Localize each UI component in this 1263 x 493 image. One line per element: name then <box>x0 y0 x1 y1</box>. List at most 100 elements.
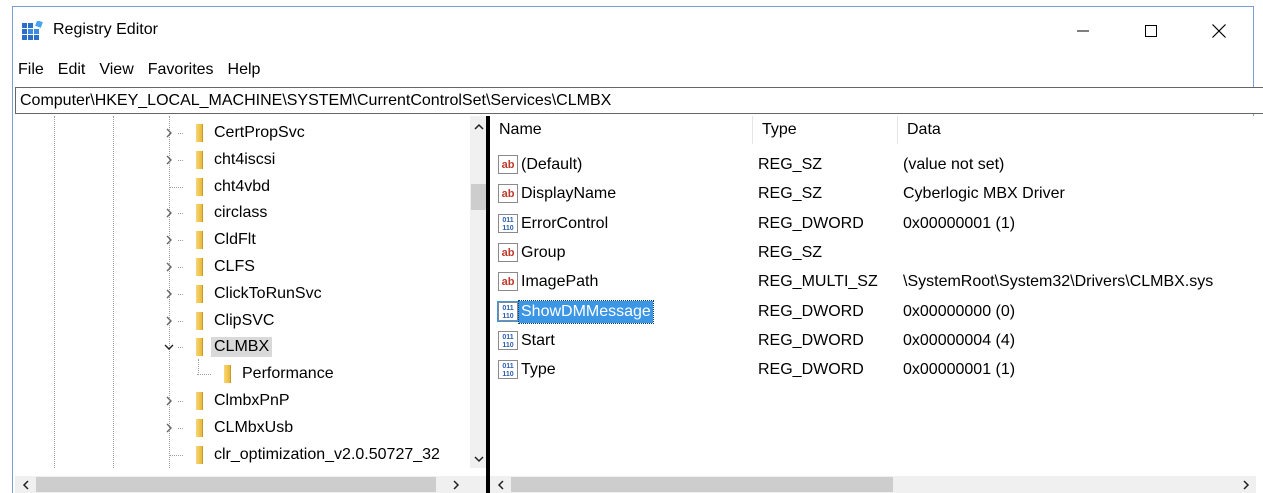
tree-connector <box>178 347 183 349</box>
chevron-right-icon <box>166 316 172 326</box>
title-bar[interactable]: Registry Editor <box>13 7 1253 54</box>
tree-connector <box>178 159 183 161</box>
value-type: REG_DWORD <box>758 331 864 349</box>
column-header-name[interactable]: Name <box>490 116 753 144</box>
tree-horizontal-scroll-thumb[interactable] <box>36 477 436 492</box>
list-horizontal-scroll-thumb[interactable] <box>511 477 893 492</box>
tree-item[interactable]: CLFS <box>15 254 467 281</box>
folder-icon <box>224 365 231 384</box>
minimize-button[interactable] <box>1049 7 1117 54</box>
tree-item-label: clr_optimization_v2.0.50727_32 <box>214 445 440 463</box>
svg-text:110: 110 <box>502 342 513 349</box>
list-horizontal-scrollbar[interactable] <box>490 476 1256 493</box>
tree-expand-toggle[interactable] <box>162 419 176 437</box>
scroll-down-button[interactable] <box>470 450 486 467</box>
tree-connector <box>178 320 183 322</box>
scroll-left-button[interactable] <box>492 476 509 493</box>
tree-item[interactable]: CLMBX <box>15 334 467 361</box>
value-row[interactable]: ab ImagePath REG_MULTI_SZ \SystemRoot\Syste… <box>490 267 1256 296</box>
binary-value-icon: 011110 <box>498 360 518 380</box>
tree-item[interactable]: Performance <box>15 361 467 388</box>
tree-item[interactable]: cht4iscsi <box>15 147 467 174</box>
tree-item[interactable]: CertPropSvc <box>15 120 467 147</box>
tree-connector <box>197 374 211 376</box>
tree-item[interactable]: CLMbxUsb <box>15 415 467 442</box>
binary-value-icon: 011110 <box>498 330 518 350</box>
value-name: Start <box>521 331 555 349</box>
tree-connector <box>169 454 183 456</box>
folder-icon <box>196 258 203 276</box>
value-type: REG_SZ <box>758 185 823 203</box>
value-row[interactable]: 011 110 ShowDMMessage REG_DWORD 0x00000000 (… <box>490 297 1256 326</box>
folder-icon <box>196 150 203 169</box>
menu-help[interactable]: Help <box>222 57 269 81</box>
folder-icon <box>196 124 203 142</box>
tree-item-label: circlass <box>214 204 268 222</box>
tree-expanded-toggle[interactable] <box>162 338 176 356</box>
values-list-pane[interactable]: Name Type Data ab (Default) REG_SZ (value n… <box>490 116 1256 493</box>
tree-connector <box>169 186 183 188</box>
tree-item[interactable]: circlass <box>15 200 467 227</box>
folder-icon <box>196 338 203 357</box>
folder-icon <box>196 284 203 303</box>
value-row[interactable]: 011 110 Type REG_DWORD 0x00000001 (1) <box>490 355 1256 384</box>
tree-item[interactable]: ClmbxPnP <box>15 388 467 415</box>
scroll-up-button[interactable] <box>470 118 486 135</box>
scroll-right-button[interactable] <box>1237 476 1254 493</box>
tree-expand-toggle[interactable] <box>162 204 176 222</box>
menu-view[interactable]: View <box>93 57 141 81</box>
tree-expand-toggle[interactable] <box>162 231 176 249</box>
tree-item[interactable]: cht4vbd <box>15 174 467 201</box>
chevron-right-icon <box>166 128 172 138</box>
scroll-left-button[interactable] <box>17 476 34 493</box>
close-icon <box>1212 23 1226 38</box>
menu-edit[interactable]: Edit <box>52 57 94 81</box>
tree-connector <box>178 133 183 134</box>
tree-expand-toggle[interactable] <box>162 151 176 169</box>
menu-bar: File Edit View Favorites Help <box>13 57 268 81</box>
chevron-right-icon <box>166 235 172 245</box>
key-tree-pane[interactable]: CertPropSvc cht4iscsi cht4vbd circlass CldFl… <box>15 116 486 493</box>
folder-icon <box>196 418 203 437</box>
column-header-data[interactable]: Data <box>898 116 1256 144</box>
tree-item[interactable]: clr_optimization_v2.0.50727_32 <box>15 442 467 469</box>
tree-item-label: Performance <box>242 365 334 383</box>
tree-expand-toggle[interactable] <box>162 124 176 142</box>
tree-connector <box>178 267 183 268</box>
value-row[interactable]: ab Group REG_SZ <box>490 238 1256 267</box>
value-row[interactable]: ab DisplayName REG_SZ Cyberlogic MBX Driver <box>490 179 1256 208</box>
maximize-button[interactable] <box>1117 7 1185 54</box>
value-row[interactable]: 011 110 Start REG_DWORD 0x00000004 (4) <box>490 326 1256 355</box>
folder-icon <box>196 231 203 250</box>
svg-text:ab: ab <box>502 276 515 288</box>
value-data: 0x00000001 (1) <box>903 214 1016 232</box>
value-row[interactable]: 011 110 ErrorControl REG_DWORD 0x00000001 (1… <box>490 209 1256 238</box>
tree-expand-toggle[interactable] <box>162 392 176 410</box>
column-header-type[interactable]: Type <box>753 116 898 144</box>
tree-expand-toggle[interactable] <box>162 258 176 276</box>
tree-vertical-scrollbar[interactable] <box>470 116 486 468</box>
value-row[interactable]: ab (Default) REG_SZ (value not set) <box>490 150 1256 179</box>
tree-expand-toggle[interactable] <box>162 285 176 303</box>
list-header: Name Type Data <box>490 116 1256 144</box>
tree-item[interactable]: ClipSVC <box>15 308 467 335</box>
value-name: ErrorControl <box>521 214 609 232</box>
close-button[interactable] <box>1185 7 1253 54</box>
chevron-right-icon <box>166 396 172 406</box>
value-name: ImagePath <box>521 273 599 291</box>
svg-text:ab: ab <box>502 159 515 171</box>
value-data: (value not set) <box>903 156 1005 173</box>
tree-vertical-scroll-thumb[interactable] <box>471 184 486 210</box>
tree-horizontal-scrollbar[interactable] <box>15 476 486 493</box>
tree-item[interactable]: ClickToRunSvc <box>15 281 467 308</box>
scroll-right-button[interactable] <box>447 476 464 493</box>
registry-editor-app-icon <box>22 21 43 40</box>
svg-text:110: 110 <box>502 371 513 378</box>
tree-item[interactable]: CldFlt <box>15 227 467 254</box>
window-title: Registry Editor <box>53 21 158 38</box>
menu-favorites[interactable]: Favorites <box>142 57 222 81</box>
value-type: REG_DWORD <box>758 361 864 379</box>
address-bar[interactable]: Computer\HKEY_LOCAL_MACHINE\SYSTEM\Curre… <box>15 87 1263 114</box>
menu-file[interactable]: File <box>13 57 52 81</box>
tree-expand-toggle[interactable] <box>162 312 176 330</box>
